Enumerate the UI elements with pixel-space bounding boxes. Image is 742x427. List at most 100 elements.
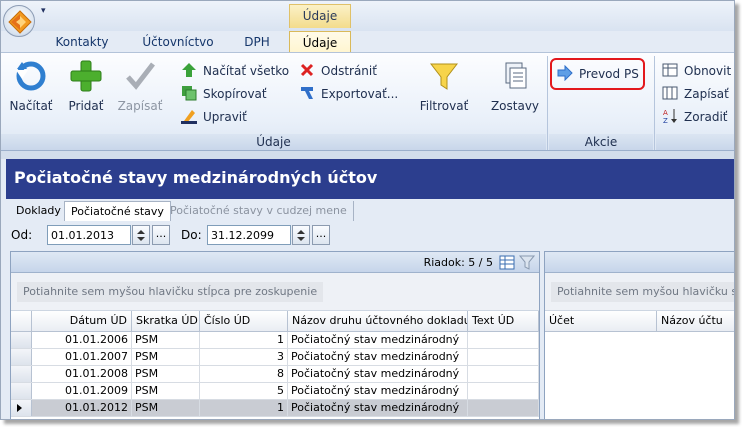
app-window: ▾ Údaje Kontakty Účtovníctvo DPH Údaje N… [0, 0, 735, 420]
export-button[interactable]: Exportovať... [299, 83, 398, 105]
context-tab-group-label: Údaje [289, 4, 351, 28]
refresh-button[interactable]: Obnovit [662, 60, 731, 82]
copy-button[interactable]: Skopírovať [181, 83, 267, 105]
svg-text:A: A [663, 109, 668, 117]
column-header-row: Dátum ÚD Skratka ÚD Číslo ÚD Názov druhu… [11, 311, 539, 332]
from-label: Od: [11, 228, 33, 242]
load-all-button[interactable]: Načítať všetko [181, 60, 289, 82]
pencil-icon [181, 108, 197, 124]
row-indicator[interactable] [11, 332, 32, 348]
copy-label: Skopírovať [203, 87, 267, 101]
group-by-hint: Potiahnite sem myšou hlavičku s [551, 282, 734, 302]
filter-button[interactable]: Filtrovať [415, 57, 473, 129]
save-button[interactable]: Zapísať [113, 57, 167, 129]
table-row[interactable]: 01.01.2008 PSM 8 Počiatočný stav medziná… [11, 366, 539, 383]
spin-down-icon [297, 237, 305, 241]
to-date-input[interactable] [207, 225, 291, 245]
remove-button[interactable]: Odstrániť [299, 60, 377, 82]
content-spacer [1, 151, 734, 159]
column-header-ucet[interactable]: Účet [545, 311, 657, 332]
group-separator [547, 56, 548, 150]
cell-nazov-druhu: Počiatočný stav medzinárodný [288, 383, 468, 399]
column-chooser-icon[interactable] [499, 255, 515, 273]
subtab-pociatocne-stavy[interactable]: Počiatočné stavy [64, 201, 171, 221]
refresh-icon [14, 59, 48, 93]
table-row[interactable]: 01.01.2007 PSM 3 Počiatočný stav medziná… [11, 349, 539, 366]
group-by-panel[interactable]: Potiahnite sem myšou hlavičku stĺpca pre… [11, 273, 539, 311]
save-layout-button[interactable]: Zapísať [662, 83, 729, 105]
from-date-spinner[interactable] [132, 225, 150, 245]
cell-skratka: PSM [132, 383, 200, 399]
spin-up-icon [137, 230, 145, 234]
cell-cislo: 1 [200, 400, 288, 416]
cell-text [468, 366, 539, 382]
highlight-frame [550, 58, 645, 90]
row-indicator[interactable] [11, 383, 32, 399]
cell-cislo: 3 [200, 349, 288, 365]
ribbon-tabs: Kontakty Účtovníctvo DPH Údaje [1, 31, 734, 53]
row-indicator[interactable] [11, 400, 32, 416]
cell-cislo: 8 [200, 366, 288, 382]
group-separator [654, 56, 655, 150]
add-button[interactable]: Pridať [61, 57, 111, 129]
column-header-datum[interactable]: Dátum ÚD [32, 311, 132, 332]
cell-skratka: PSM [132, 400, 200, 416]
tab-dph[interactable]: DPH [235, 31, 279, 53]
refresh-label: Obnovit [684, 64, 732, 78]
column-header-nazov-druhu[interactable]: Názov druhu účtovného dokladu [288, 311, 468, 332]
to-date-spinner[interactable] [292, 225, 310, 245]
page-title: Počiatočné stavy medzinárodných účtov [6, 159, 734, 199]
cell-skratka: PSM [132, 332, 200, 348]
cell-nazov-druhu: Počiatočný stav medzinárodný [288, 366, 468, 382]
cell-datum: 01.01.2012 [32, 400, 132, 416]
table-row[interactable]: 01.01.2009 PSM 5 Počiatočný stav medziná… [11, 383, 539, 400]
edit-label: Upraviť [203, 110, 247, 124]
app-menu-button[interactable] [3, 5, 35, 37]
export-label: Exportovať... [321, 87, 399, 101]
cell-cislo: 5 [200, 383, 288, 399]
add-label: Pridať [68, 99, 104, 113]
udaje-group-caption: Údaje [1, 134, 546, 150]
save-label: Zapísať [117, 99, 163, 113]
documents-grid: Riadok: 5 / 5 Potiahnite sem myšou hlavi… [10, 251, 540, 419]
export-arrow-icon [299, 85, 315, 101]
subtab-pociatocne-stavy-cudzia-mena[interactable]: Počiatočné stavy v cudzej mene [164, 201, 354, 221]
column-header-skratka[interactable]: Skratka ÚD [132, 311, 200, 332]
tab-udaje[interactable]: Údaje [289, 31, 351, 53]
cell-text [468, 400, 539, 416]
cell-skratka: PSM [132, 349, 200, 365]
load-button[interactable]: Načítať [5, 57, 57, 129]
from-date-picker-button[interactable]: ... [152, 225, 170, 245]
table-row-selected[interactable]: 01.01.2012 PSM 1 Počiatočný stav medziná… [11, 400, 539, 417]
cell-datum: 01.01.2006 [32, 332, 132, 348]
document-subtabs: Doklady Počiatočné stavy Počiatočné stav… [10, 201, 730, 221]
cell-text [468, 349, 539, 365]
tab-kontakty[interactable]: Kontakty [51, 31, 113, 53]
sort-button[interactable]: A Z Zoradiť [662, 106, 728, 128]
row-indicator[interactable] [11, 366, 32, 382]
column-header-cislo[interactable]: Číslo ÚD [200, 311, 288, 332]
accounts-grid: Potiahnite sem myšou hlavičku s Účet Náz… [544, 251, 734, 419]
subtab-doklady[interactable]: Doklady [10, 201, 67, 221]
column-header-text[interactable]: Text ÚD [468, 311, 539, 332]
group-by-hint: Potiahnite sem myšou hlavičku stĺpca pre… [17, 282, 324, 302]
group-by-panel[interactable]: Potiahnite sem myšou hlavičku s [545, 273, 734, 311]
date-filter-row: Od: ... Do: ... [11, 223, 731, 247]
sort-icon: AZ [662, 108, 678, 125]
to-date-picker-button[interactable]: ... [312, 225, 330, 245]
quick-access-dropdown-icon[interactable]: ▾ [41, 6, 46, 16]
cell-datum: 01.01.2008 [32, 366, 132, 382]
grid-filter-icon[interactable] [518, 255, 536, 273]
spin-down-icon [137, 237, 145, 241]
from-date-input[interactable] [47, 225, 131, 245]
table-row[interactable]: 01.01.2006 PSM 1 Počiatočný stav medziná… [11, 332, 539, 349]
remove-label: Odstrániť [321, 64, 377, 78]
load-label: Načítať [9, 99, 53, 113]
reports-button[interactable]: Zostavy [487, 57, 543, 129]
edit-button[interactable]: Upraviť [181, 106, 247, 128]
row-indicator[interactable] [11, 349, 32, 365]
column-header-nazov-uctu[interactable]: Názov účtu [657, 311, 734, 332]
tab-uctovnictvo[interactable]: Účtovníctvo [133, 31, 223, 53]
checkmark-icon [123, 59, 157, 93]
grid-toolbar [545, 252, 734, 273]
